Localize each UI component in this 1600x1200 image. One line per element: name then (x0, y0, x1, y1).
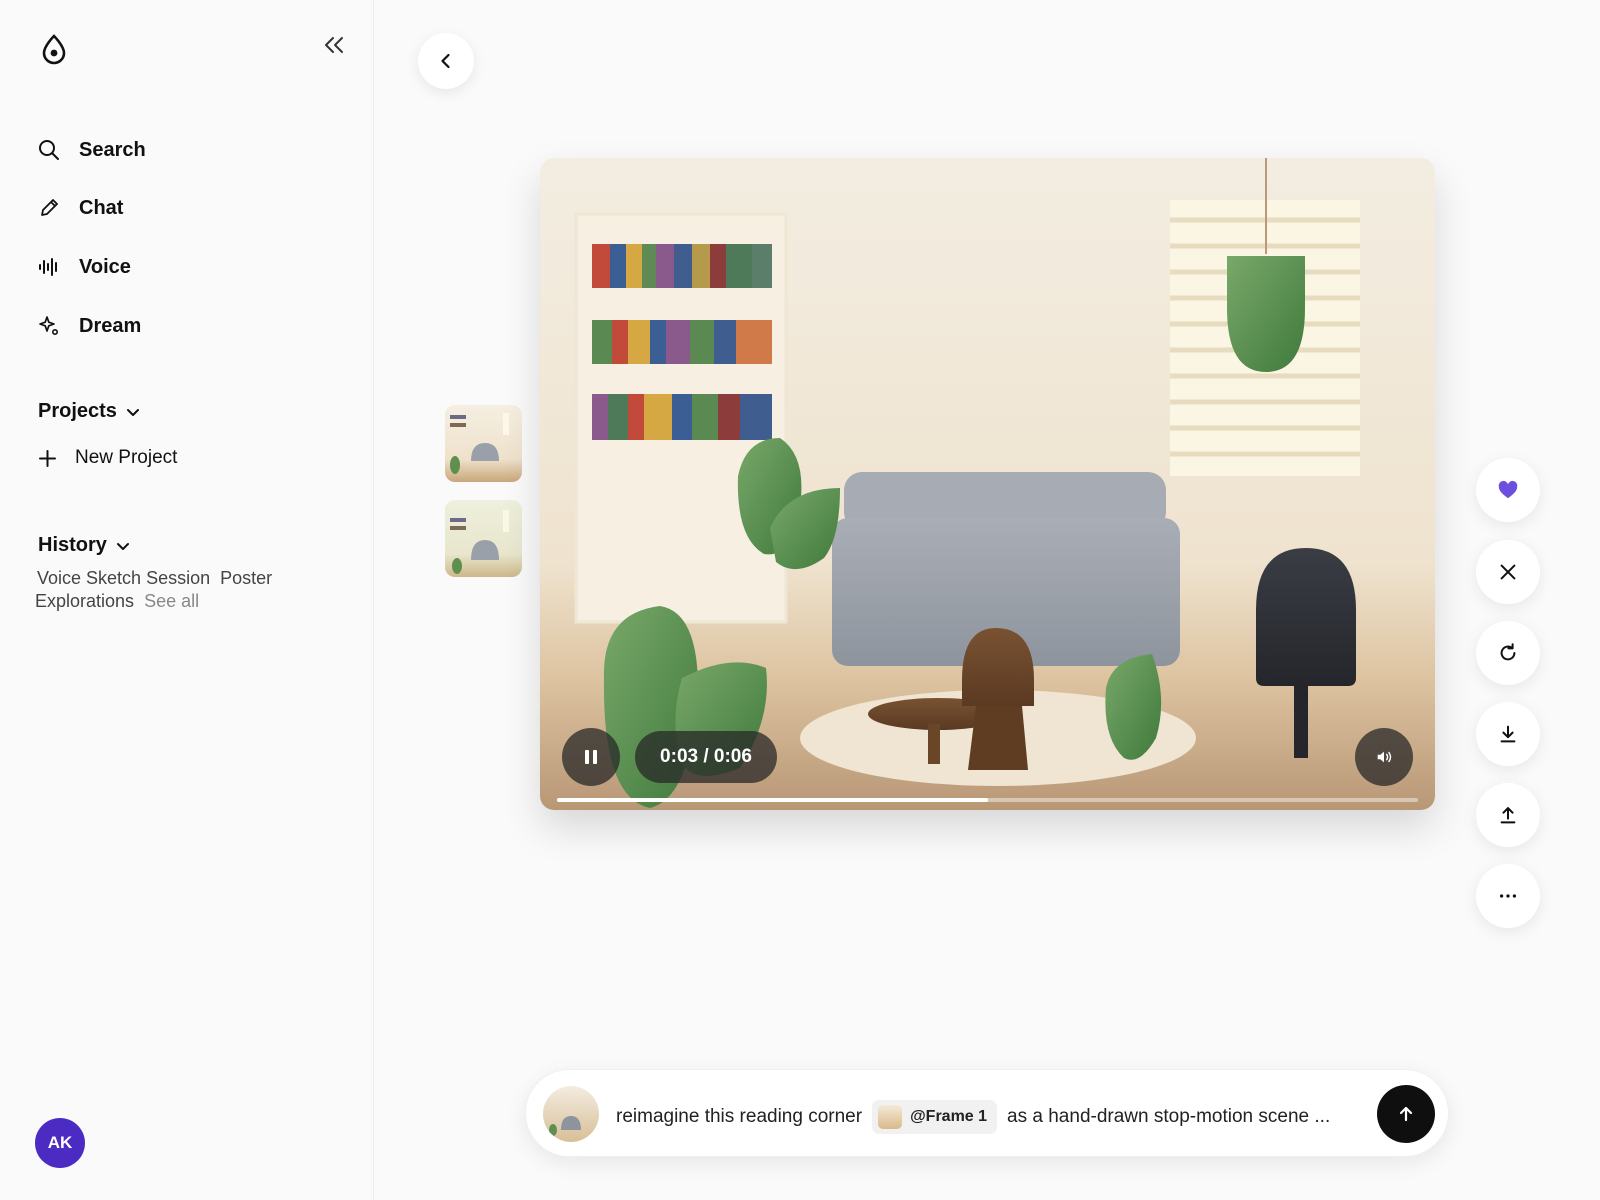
like-button[interactable] (1476, 458, 1540, 522)
history-item[interactable]: Voice Sketch Session (37, 568, 210, 588)
more-button[interactable] (1476, 864, 1540, 928)
upload-icon (1500, 807, 1516, 824)
close-icon (1500, 564, 1516, 580)
nav-label: Chat (79, 196, 124, 219)
chevron-down-icon (126, 408, 139, 416)
prompt-bar[interactable]: reimagine this reading corner @Frame 1 a… (525, 1069, 1449, 1157)
history-list: Voice Sketch Session Poster Explorations… (35, 567, 315, 613)
chip-thumbnail (878, 1105, 903, 1129)
nav-label: Dream (79, 314, 142, 337)
frame-thumbnail-image (445, 405, 522, 482)
new-project-button[interactable]: New Project (38, 447, 177, 469)
speaker-icon (1377, 751, 1392, 763)
history-header[interactable]: History (38, 534, 131, 557)
prompt-attachment-thumbnail[interactable] (543, 1086, 599, 1142)
progress-bar[interactable] (557, 798, 1418, 802)
history-label: History (38, 534, 107, 556)
refresh-icon (1500, 643, 1516, 661)
progress-fill (557, 798, 988, 802)
download-button[interactable] (1476, 702, 1540, 766)
nav-search[interactable]: Search (38, 135, 146, 165)
logo-icon[interactable] (38, 33, 70, 65)
new-project-label: New Project (75, 447, 178, 468)
video-player[interactable]: 0:03 / 0:06 (540, 158, 1435, 810)
waveform-icon (39, 258, 57, 276)
frame-thumbnail[interactable] (445, 500, 522, 577)
back-button[interactable] (418, 33, 474, 89)
nav-label: Search (79, 138, 146, 161)
prompt-text-before: reimagine this reading corner (616, 1106, 863, 1127)
nav-dream[interactable]: Dream (38, 311, 141, 341)
video-frame-image (540, 158, 1435, 810)
pause-button[interactable] (562, 728, 620, 786)
plus-icon (39, 449, 56, 467)
attachment-image (543, 1086, 599, 1142)
regenerate-button[interactable] (1476, 621, 1540, 685)
projects-label: Projects (38, 400, 117, 422)
frame-thumbnail[interactable] (445, 405, 522, 482)
volume-button[interactable] (1355, 728, 1413, 786)
search-icon (39, 140, 59, 160)
collapse-sidebar-icon[interactable] (320, 33, 348, 57)
download-icon (1500, 725, 1516, 743)
pencil-icon (41, 199, 58, 216)
share-button[interactable] (1476, 783, 1540, 847)
projects-header[interactable]: Projects (38, 400, 141, 423)
prompt-text-after: as a hand-drawn stop-motion scene ... (1007, 1106, 1331, 1127)
sidebar: Search Chat Voice Dream Projects New Pro… (0, 0, 374, 1200)
avatar[interactable]: AK (35, 1118, 85, 1168)
heart-icon (1498, 480, 1518, 499)
prompt-input[interactable]: reimagine this reading corner @Frame 1 a… (616, 1100, 1330, 1134)
close-button[interactable] (1476, 540, 1540, 604)
frame-reference-chip[interactable]: @Frame 1 (872, 1100, 998, 1134)
chip-label: @Frame 1 (910, 1108, 988, 1125)
nav-chat[interactable]: Chat (38, 193, 123, 223)
frame-thumbnail-image (445, 500, 522, 577)
chevron-down-icon (116, 542, 129, 550)
pause-icon (585, 750, 597, 764)
sparkle-icon (39, 316, 59, 336)
nav-voice[interactable]: Voice (38, 252, 131, 282)
more-horizontal-icon (1499, 894, 1517, 898)
playback-time: 0:03 / 0:06 (635, 731, 777, 783)
nav-label: Voice (79, 255, 131, 278)
chevron-left-icon (441, 53, 450, 69)
see-all-link[interactable]: See all (144, 591, 199, 611)
arrow-up-icon (1399, 1106, 1413, 1122)
send-button[interactable] (1377, 1085, 1435, 1143)
